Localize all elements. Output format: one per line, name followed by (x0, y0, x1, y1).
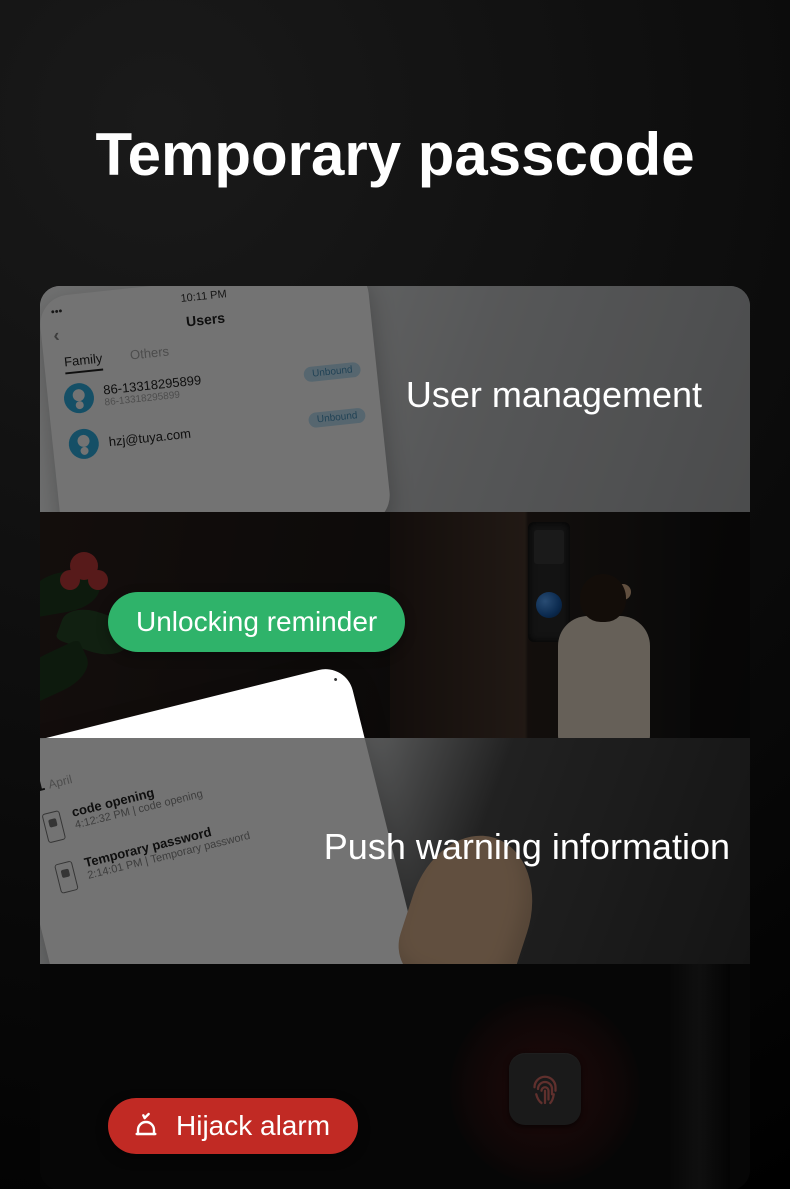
unlocking-reminder-pill: Unlocking reminder (108, 592, 405, 652)
alarm-bell-icon (130, 1110, 162, 1142)
card-hijack-alarm: Hijack alarm (40, 964, 750, 1189)
hijack-alarm-label: Hijack alarm (176, 1110, 330, 1142)
card-push-warning: •• 21April code opening 4:12:32 PM | cod… (40, 738, 750, 964)
hijack-alarm-pill: Hijack alarm (108, 1098, 358, 1154)
card-user-management: ••• 10:11 PM ▭ ‹ Users Family Others 86-… (40, 286, 750, 512)
page-title: Temporary passcode (0, 120, 790, 189)
card-label: Push warning information (324, 826, 730, 868)
card-unlocking-reminder: Unlocking reminder (40, 512, 750, 738)
page: Temporary passcode ••• 10:11 PM ▭ ‹ User… (0, 0, 790, 1189)
feature-stack: ••• 10:11 PM ▭ ‹ Users Family Others 86-… (40, 286, 750, 1189)
card-label: User management (406, 374, 702, 416)
dim-overlay (40, 964, 750, 1189)
